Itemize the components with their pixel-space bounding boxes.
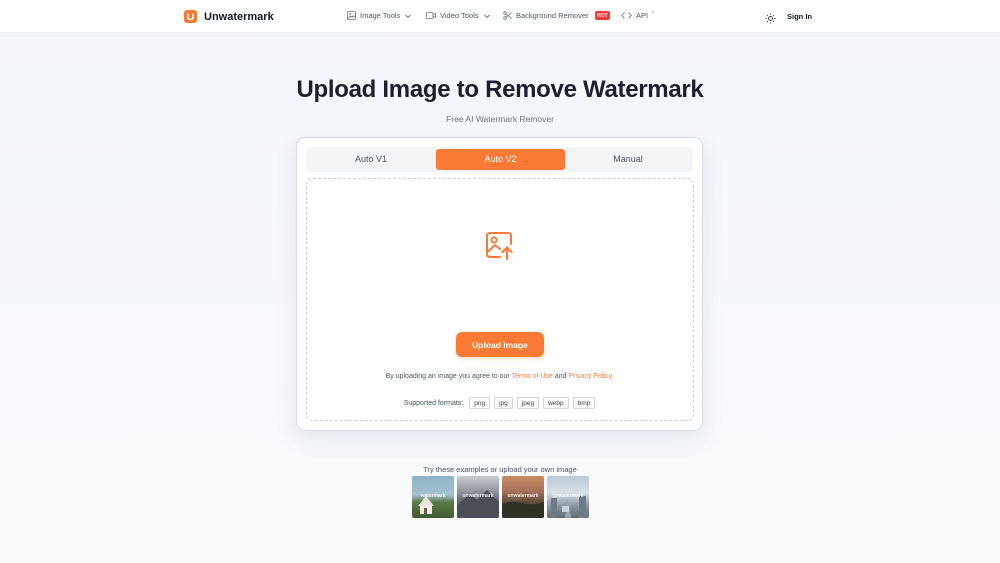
sign-in-link[interactable]: Sign In [787, 12, 812, 21]
nav-video-tools-label: Video Tools [440, 11, 479, 20]
scissors-icon [503, 11, 512, 20]
format-tag-jpeg: jpeg [516, 397, 540, 409]
format-tag-png: png [469, 397, 491, 409]
image-icon [347, 11, 356, 20]
nav-api[interactable]: API N [621, 9, 654, 20]
example-watermark-text: unwatermark [462, 493, 494, 499]
upload-card: Auto V1 Auto V2 Manual Upload image By u… [296, 137, 703, 431]
example-watermark-text: unwatermark [552, 493, 584, 499]
format-tag-bmp: bmp [572, 397, 596, 409]
terms-notice-suffix: . [611, 373, 614, 380]
brand-logo-icon [184, 10, 197, 23]
privacy-policy-link[interactable]: Privacy Policy [568, 373, 611, 380]
nav-background-remover-label: Background Remover [516, 11, 589, 20]
formats-label: Supported formats: [403, 399, 464, 407]
upload-dropzone[interactable]: Upload image By uploading an image you a… [306, 178, 694, 421]
tab-manual[interactable]: Manual [565, 149, 691, 170]
nav-image-tools[interactable]: Image Tools [347, 11, 412, 20]
example-watermark-text: watermark [420, 493, 446, 499]
format-tag-jpg: jpg [494, 397, 513, 409]
chevron-down-icon [483, 14, 490, 18]
page-title: Upload Image to Remove Watermark [296, 76, 704, 103]
terms-of-use-link[interactable]: Terms of Use [512, 373, 553, 380]
nav-image-tools-label: Image Tools [360, 11, 401, 20]
page-subtitle: Free AI Watermark Remover [446, 114, 554, 124]
supported-formats: Supported formats: png jpg jpeg webp bmp [307, 397, 692, 409]
tab-auto-v1[interactable]: Auto V1 [308, 149, 434, 170]
terms-notice-and: and [554, 373, 567, 380]
image-upload-icon [486, 232, 513, 261]
example-image-house[interactable]: watermark [412, 476, 454, 518]
video-icon [426, 12, 436, 19]
code-icon [621, 12, 632, 19]
brand-logo[interactable]: Unwatermark [184, 10, 274, 23]
nav-api-label: API [636, 11, 649, 20]
mode-tabs: Auto V1 Auto V2 Manual [306, 147, 693, 172]
examples-label: Try these examples or upload your own im… [423, 465, 577, 474]
sun-icon [765, 13, 776, 24]
nav-video-tools[interactable]: Video Tools [426, 11, 491, 20]
example-image-sunset[interactable]: unwatermark [502, 476, 544, 518]
brand-name: Unwatermark [204, 10, 274, 23]
theme-toggle-button[interactable] [765, 11, 776, 29]
top-navbar: Unwatermark Image Tools Video Tools Back… [0, 0, 1000, 33]
example-images: watermark unwatermark unwatermark unwate… [412, 476, 589, 518]
nav-background-remover[interactable]: Background Remover HOT [503, 11, 611, 20]
tab-auto-v2[interactable]: Auto V2 [436, 149, 565, 170]
api-new-superscript: N [651, 9, 654, 14]
hot-badge: HOT [594, 11, 611, 20]
chevron-down-icon [405, 14, 412, 18]
example-watermark-text: unwatermark [507, 493, 539, 499]
upload-image-button[interactable]: Upload image [456, 332, 544, 357]
terms-notice-prefix: By uploading an image you agree to our [385, 373, 510, 380]
example-image-street[interactable]: unwatermark [547, 476, 589, 518]
example-image-mountain[interactable]: unwatermark [457, 476, 499, 518]
terms-notice: By uploading an image you agree to our T… [307, 373, 692, 380]
format-tag-webp: webp [543, 397, 569, 409]
